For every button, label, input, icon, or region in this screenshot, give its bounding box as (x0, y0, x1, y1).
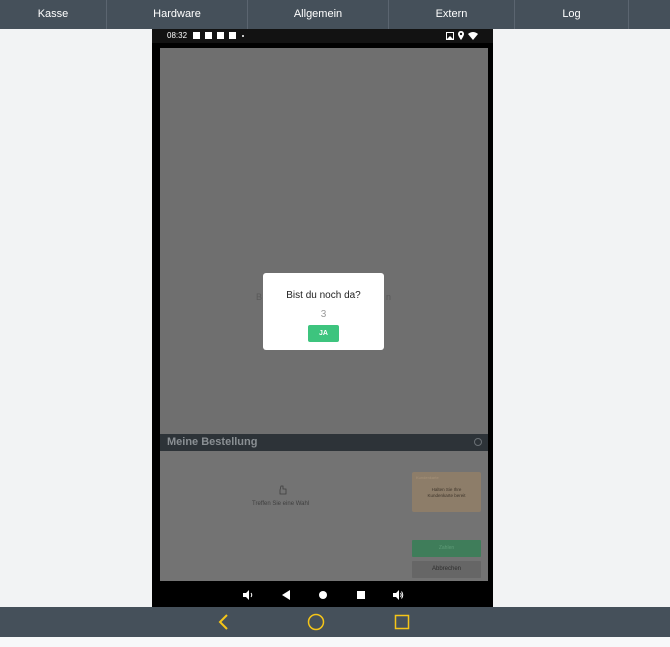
idle-dialog: Bist du noch da? 3 JA (263, 273, 384, 350)
volume-up-icon[interactable] (392, 589, 404, 601)
square-icon[interactable] (392, 612, 412, 632)
tab-allgemein[interactable]: Allgemein (248, 0, 389, 29)
empty-order-text: Treffen Sie eine Wahl (252, 501, 310, 507)
tab-kasse[interactable]: Kasse (0, 0, 107, 29)
cancel-button[interactable]: Abbrechen (412, 561, 481, 578)
hand-pointer-icon (279, 485, 287, 495)
home-dot-icon[interactable] (317, 589, 329, 601)
dialog-countdown: 3 (320, 309, 327, 320)
wifi-icon (468, 32, 478, 40)
tab-spacer (629, 0, 670, 29)
recents-square-icon[interactable] (355, 589, 367, 601)
customer-card-panel: Kundenkarte Halten Sie Ihre Kundenkarte … (412, 472, 481, 512)
confirm-button[interactable]: JA (308, 325, 339, 342)
bottom-strip (0, 637, 670, 647)
background-text: n (386, 292, 392, 302)
notification-icon (193, 32, 200, 39)
status-time: 08:32 (167, 31, 188, 40)
notification-icon (217, 32, 224, 39)
collapse-icon[interactable] (474, 438, 482, 446)
pay-button[interactable]: Zahlen (412, 540, 481, 557)
top-tab-bar: Kasse Hardware Allgemein Extern Log (0, 0, 670, 29)
notification-icon (229, 32, 236, 39)
bottom-nav-bar (0, 607, 670, 637)
back-triangle-icon[interactable] (280, 589, 292, 601)
background-text: B (256, 292, 263, 302)
tab-extern[interactable]: Extern (389, 0, 515, 29)
more-notifications-icon (242, 35, 244, 37)
volume-down-icon[interactable] (242, 589, 254, 601)
notification-icon (205, 32, 212, 39)
location-icon (458, 31, 464, 40)
order-header[interactable]: Meine Bestellung (160, 434, 488, 451)
device-nav-bar (152, 584, 493, 607)
order-body: Treffen Sie eine Wahl Kundenkarte Halten… (160, 451, 488, 581)
image-icon (446, 32, 454, 40)
order-title: Meine Bestellung (167, 436, 258, 448)
tab-log[interactable]: Log (515, 0, 629, 29)
circle-icon[interactable] (306, 612, 326, 632)
customer-card-text: Halten Sie Ihre Kundenkarte bereit (427, 487, 466, 498)
customer-card-label: Kundenkarte (416, 475, 439, 480)
chevron-left-icon[interactable] (214, 612, 234, 632)
status-bar: 08:32 (152, 29, 493, 43)
dialog-title: Bist du noch da? (286, 290, 361, 301)
tab-hardware[interactable]: Hardware (107, 0, 248, 29)
